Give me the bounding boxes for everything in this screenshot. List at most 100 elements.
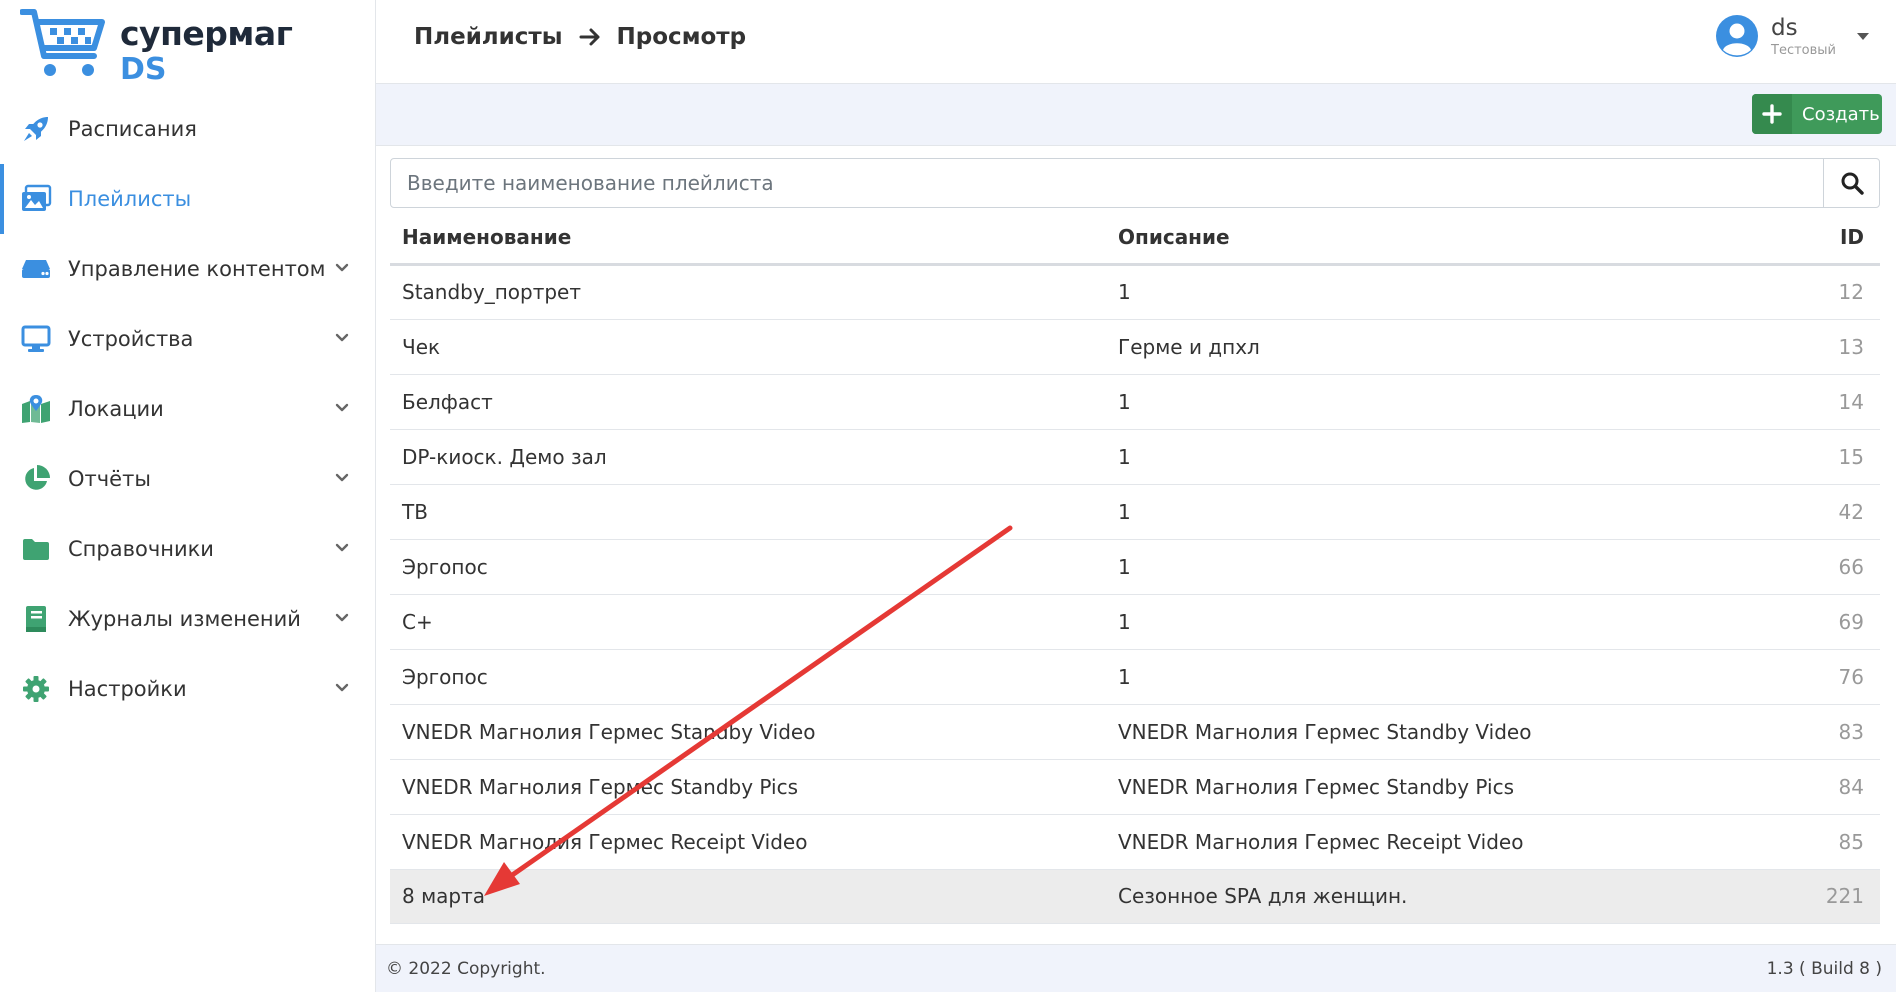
arrow-right-icon <box>579 28 600 46</box>
sidebar-item-label: Локации <box>68 397 164 421</box>
column-header-id[interactable]: ID <box>1800 212 1880 266</box>
sidebar-item-locations[interactable]: Локации <box>0 374 376 444</box>
cell-name: Белфаст <box>390 374 1106 430</box>
sidebar: супермаг DS Расписания Плейлисты Управле… <box>0 0 376 992</box>
cell-description: VNEDR Магнолия Гермес Standby Video <box>1106 704 1800 760</box>
cell-description: 1 <box>1106 649 1800 705</box>
caret-down-icon[interactable] <box>1856 31 1870 41</box>
table-row[interactable]: VNEDR Магнолия Гермес Receipt Video VNEDR… <box>390 814 1880 870</box>
logo-subtitle: DS <box>120 52 167 87</box>
cell-name: ТВ <box>390 484 1106 540</box>
cell-id: 12 <box>1800 264 1880 320</box>
images-icon <box>20 183 52 215</box>
cell-id: 14 <box>1800 374 1880 430</box>
top-header: Плейлисты Просмотр ds Тестовый <box>376 0 1896 84</box>
cell-name: Standby_портрет <box>390 264 1106 320</box>
cell-description: VNEDR Магнолия Гермес Receipt Video <box>1106 814 1800 870</box>
book-icon <box>20 603 52 635</box>
rocket-icon <box>20 113 52 145</box>
footer: © 2022 Copyright. 1.3 ( Build 8 ) <box>376 944 1896 992</box>
sidebar-item-label: Справочники <box>68 537 214 561</box>
playlist-panel: Наименование Описание ID Standby_портрет… <box>376 146 1896 944</box>
cell-description: 1 <box>1106 264 1800 320</box>
shopping-cart-icon <box>20 9 105 76</box>
user-menu[interactable]: ds Тестовый <box>1715 14 1870 58</box>
column-header-name[interactable]: Наименование <box>390 212 1106 266</box>
cell-description: Сезонное SPA для женщин. <box>1106 869 1800 924</box>
cell-name: Эргопос <box>390 649 1106 705</box>
cell-id: 13 <box>1800 319 1880 375</box>
sidebar-item-settings[interactable]: Настройки <box>0 654 376 724</box>
chevron-down-icon <box>335 403 349 412</box>
sidebar-item-label: Журналы изменений <box>68 607 301 631</box>
sidebar-nav: Расписания Плейлисты Управление контенто… <box>0 94 376 724</box>
breadcrumb-item-playlists[interactable]: Плейлисты <box>414 24 563 50</box>
search-button[interactable] <box>1823 159 1879 207</box>
cell-id: 42 <box>1800 484 1880 540</box>
sidebar-item-reports[interactable]: Отчёты <box>0 444 376 514</box>
logo-title: супермаг <box>120 14 293 53</box>
sidebar-item-label: Управление контентом <box>68 257 326 281</box>
sidebar-item-label: Устройства <box>68 327 194 351</box>
sidebar-item-directories[interactable]: Справочники <box>0 514 376 584</box>
cell-name: DP-киоск. Демо зал <box>390 429 1106 485</box>
search-input[interactable] <box>391 159 1823 207</box>
table-row-selected[interactable]: 8 марта Сезонное SPA для женщин. 221 <box>390 869 1880 924</box>
avatar <box>1716 15 1758 57</box>
column-header-description[interactable]: Описание <box>1106 212 1800 266</box>
table-row[interactable]: Чек Герме и дпхл 13 <box>390 319 1880 375</box>
table-row[interactable]: VNEDR Магнолия Гермес Standby Pics VNEDR … <box>390 759 1880 815</box>
cell-name: VNEDR Магнолия Гермес Standby Video <box>390 704 1106 760</box>
cell-id: 15 <box>1800 429 1880 485</box>
sidebar-item-playlists[interactable]: Плейлисты <box>0 164 376 234</box>
table-row[interactable]: DP-киоск. Демо зал 1 15 <box>390 429 1880 485</box>
sidebar-item-label: Настройки <box>68 677 187 701</box>
table-row[interactable]: С+ 1 69 <box>390 594 1880 650</box>
chevron-down-icon <box>335 263 349 272</box>
user-name: ds <box>1771 14 1798 41</box>
logo[interactable]: супермаг DS <box>20 8 320 87</box>
sidebar-item-label: Расписания <box>68 117 197 141</box>
cell-name: Эргопос <box>390 539 1106 595</box>
chevron-down-icon <box>335 473 349 482</box>
create-button[interactable]: Создать <box>1752 94 1882 134</box>
cell-description: 1 <box>1106 539 1800 595</box>
table-row[interactable]: Эргопос 1 76 <box>390 649 1880 705</box>
monitor-icon <box>20 323 52 355</box>
sidebar-item-schedules[interactable]: Расписания <box>0 94 376 164</box>
table-row[interactable]: Белфаст 1 14 <box>390 374 1880 430</box>
table-row[interactable]: Эргопос 1 66 <box>390 539 1880 595</box>
cell-id: 84 <box>1800 759 1880 815</box>
toolbar: Создать <box>376 84 1896 146</box>
sidebar-item-label: Отчёты <box>68 467 151 491</box>
table-header-row: Наименование Описание ID <box>390 212 1880 266</box>
plus-icon <box>1752 94 1792 134</box>
copyright-text: © 2022 Copyright. <box>386 959 546 979</box>
chevron-down-icon <box>335 683 349 692</box>
sidebar-item-devices[interactable]: Устройства <box>0 304 376 374</box>
cell-name: 8 марта <box>390 869 1106 924</box>
map-icon <box>20 393 52 425</box>
cell-id: 83 <box>1800 704 1880 760</box>
folder-icon <box>20 533 52 565</box>
create-button-label: Создать <box>1802 103 1880 125</box>
cell-description: 1 <box>1106 429 1800 485</box>
sidebar-item-content[interactable]: Управление контентом <box>0 234 376 304</box>
version-text: 1.3 ( Build 8 ) <box>1766 959 1882 979</box>
cell-description: 1 <box>1106 594 1800 650</box>
search-icon <box>1841 172 1864 195</box>
sidebar-item-label: Плейлисты <box>68 187 192 211</box>
sidebar-item-changelogs[interactable]: Журналы изменений <box>0 584 376 654</box>
cell-name: VNEDR Магнолия Гермес Receipt Video <box>390 814 1106 870</box>
cell-description: 1 <box>1106 484 1800 540</box>
pie-chart-icon <box>20 463 52 495</box>
gear-icon <box>20 673 52 705</box>
cell-name: Чек <box>390 319 1106 375</box>
playlist-table: Наименование Описание ID Standby_портрет… <box>390 212 1880 924</box>
table-row[interactable]: ТВ 1 42 <box>390 484 1880 540</box>
table-row[interactable]: VNEDR Магнолия Гермес Standby Video VNEDR… <box>390 704 1880 760</box>
cell-id: 85 <box>1800 814 1880 870</box>
chevron-down-icon <box>335 333 349 342</box>
table-row[interactable]: Standby_портрет 1 12 <box>390 264 1880 320</box>
user-role: Тестовый <box>1771 42 1836 58</box>
